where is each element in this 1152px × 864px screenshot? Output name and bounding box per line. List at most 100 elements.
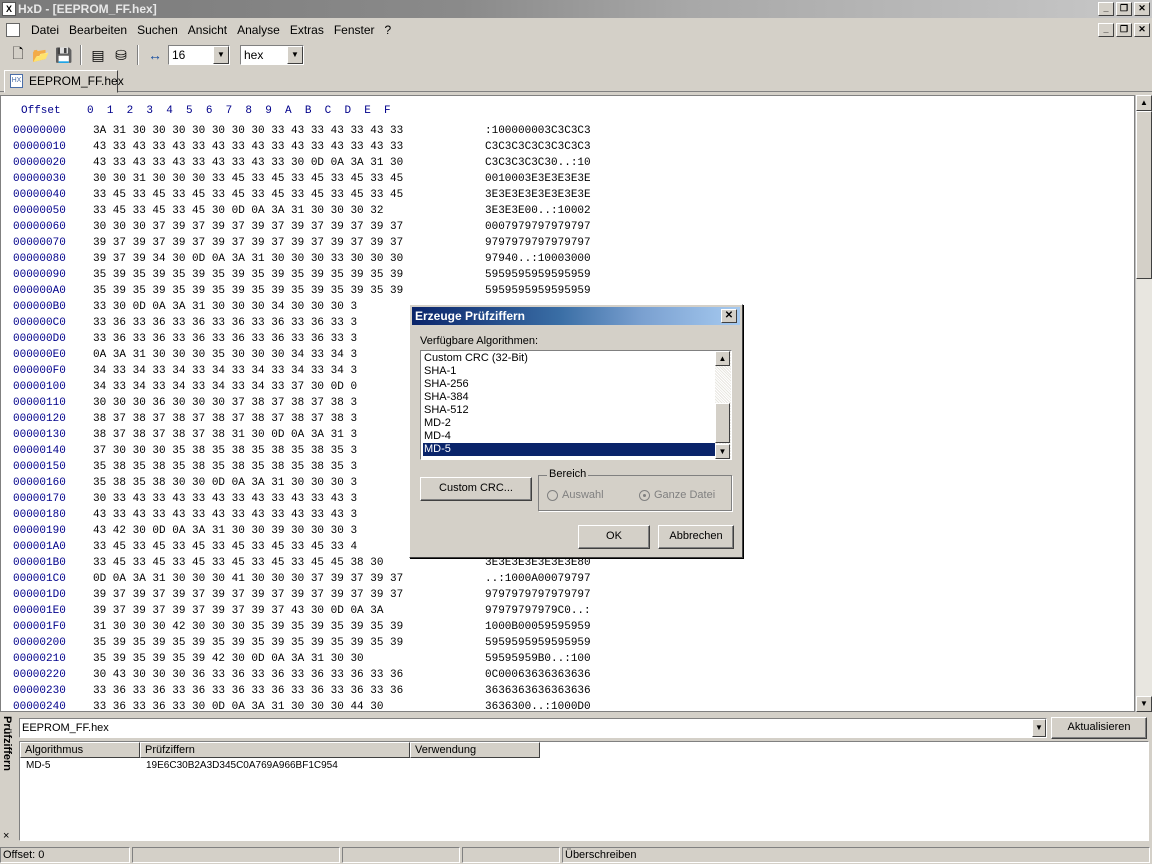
column-header-usage[interactable]: Verwendung [410, 742, 540, 758]
hex-row-bytes[interactable]: 3A 31 30 30 30 30 30 30 30 33 43 33 43 3… [93, 123, 485, 139]
cancel-button[interactable]: Abbrechen [658, 525, 734, 549]
algorithm-list-item[interactable]: SHA-256 [423, 378, 715, 391]
hex-row-text[interactable]: 3E3E3E3E3E3E3E80 [485, 557, 591, 569]
hex-row[interactable]: 00000210 35 39 35 39 35 39 42 30 0D 0A 3A… [13, 651, 591, 667]
hex-row[interactable]: 000001E0 39 37 39 37 39 37 39 37 39 37 43… [13, 603, 591, 619]
doc-close-button[interactable]: ✕ [1134, 23, 1150, 37]
hex-row-bytes[interactable]: 43 33 43 33 43 33 43 33 43 33 30 0D 0A 3… [93, 155, 485, 171]
hex-row-bytes[interactable]: 31 30 30 30 42 30 30 30 35 39 35 39 35 3… [93, 619, 485, 635]
hex-row-bytes[interactable]: 33 45 33 45 33 45 33 45 33 45 33 45 33 4… [93, 187, 485, 203]
ok-button[interactable]: OK [578, 525, 650, 549]
hex-row-text[interactable]: 0010003E3E3E3E3E [485, 173, 591, 185]
algorithm-list-scrollbar[interactable]: ▲ ▼ [715, 351, 731, 459]
algorithm-list-item[interactable]: SHA-384 [423, 391, 715, 404]
scroll-thumb[interactable] [715, 403, 730, 443]
minimize-button[interactable]: _ [1098, 2, 1114, 16]
hex-row[interactable]: 00000060 30 30 30 37 39 37 39 37 39 37 39… [13, 219, 591, 235]
hex-row-text[interactable]: 3E3E3E3E3E3E3E3E [485, 189, 591, 201]
hex-row[interactable]: 00000080 39 37 39 34 30 0D 0A 3A 31 30 30… [13, 251, 591, 267]
table-row-checksum[interactable]: 19E6C30B2A3D345C0A769A966BF1C954 [146, 760, 338, 772]
radio-selection[interactable]: Auswahl [547, 489, 604, 501]
hex-row[interactable]: 00000070 39 37 39 37 39 37 39 37 39 37 39… [13, 235, 591, 251]
hex-row-text[interactable]: C3C3C3C3C30..:10 [485, 157, 591, 169]
hex-row-text[interactable]: 97979797979C0..: [485, 605, 591, 617]
hex-row[interactable]: 00000230 33 36 33 36 33 36 33 36 33 36 33… [13, 683, 591, 699]
hex-row-text[interactable]: C3C3C3C3C3C3C3C3 [485, 141, 591, 153]
chevron-down-icon[interactable]: ▼ [213, 46, 229, 64]
bytes-per-row-select[interactable]: 16 ▼ [168, 45, 230, 65]
hex-row-bytes[interactable]: 35 39 35 39 35 39 35 39 35 39 35 39 35 3… [93, 635, 485, 651]
chevron-down-icon[interactable]: ▼ [287, 46, 303, 64]
menu-ansicht[interactable]: Ansicht [183, 20, 232, 40]
menu-analyse[interactable]: Analyse [232, 20, 285, 40]
hex-row-bytes[interactable]: 43 33 43 33 43 33 43 33 43 33 43 33 43 3… [93, 139, 485, 155]
hex-row-text[interactable]: 3636300..:1000D0 [485, 701, 591, 711]
algorithm-list-item[interactable]: Custom CRC (32-Bit) [423, 352, 715, 365]
hex-row-text[interactable]: :100000003C3C3C3 [485, 125, 591, 137]
hex-row-bytes[interactable]: 30 30 30 37 39 37 39 37 39 37 39 37 39 3… [93, 219, 485, 235]
hex-row-text[interactable]: 5959595959595959 [485, 269, 591, 281]
doc-minimize-button[interactable]: _ [1098, 23, 1114, 37]
menu-bearbeiten[interactable]: Bearbeiten [64, 20, 132, 40]
scroll-up-icon[interactable]: ▲ [1136, 95, 1152, 111]
chevron-down-icon[interactable]: ▼ [1032, 719, 1046, 737]
algorithm-list[interactable]: Custom CRC (32-Bit) SHA-1 SHA-256 SHA-384 SH… [420, 350, 732, 460]
hex-row-text[interactable]: 5959595959595959 [485, 637, 591, 649]
hex-vertical-scrollbar[interactable]: ▲ ▼ [1135, 95, 1152, 712]
hex-row[interactable]: 00000220 30 43 30 30 30 36 33 36 33 36 33… [13, 667, 591, 683]
hex-row[interactable]: 000000A0 35 39 35 39 35 39 35 39 35 39 35… [13, 283, 591, 299]
hex-row[interactable]: 00000010 43 33 43 33 43 33 43 33 43 33 43… [13, 139, 591, 155]
menu-extras[interactable]: Extras [285, 20, 329, 40]
tab-eeprom-ff[interactable]: HX EEPROM_FF.hex [4, 70, 124, 93]
menu-help[interactable]: ? [380, 20, 397, 40]
hex-row[interactable]: 00000050 33 45 33 45 33 45 30 0D 0A 3A 31… [13, 203, 591, 219]
column-header-checksum[interactable]: Prüfziffern [140, 742, 410, 758]
algorithm-list-item[interactable]: MD-4 [423, 430, 715, 443]
doc-restore-button[interactable]: ❐ [1116, 23, 1132, 37]
hex-row-bytes[interactable]: 35 39 35 39 35 39 35 39 35 39 35 39 35 3… [93, 283, 485, 299]
hex-row[interactable]: 000001D0 39 37 39 37 39 37 39 37 39 37 39… [13, 587, 591, 603]
hex-row-bytes[interactable]: 33 36 33 36 33 36 33 36 33 36 33 36 33 3… [93, 683, 485, 699]
hex-row-bytes[interactable]: 30 43 30 30 30 36 33 36 33 36 33 36 33 3… [93, 667, 485, 683]
table-row-algorithm[interactable]: MD-5 [26, 760, 50, 772]
algorithm-list-item[interactable]: MD-5 [423, 443, 715, 456]
hex-row-bytes[interactable]: 39 37 39 37 39 37 39 37 39 37 39 37 39 3… [93, 235, 485, 251]
hex-row-bytes[interactable]: 39 37 39 37 39 37 39 37 39 37 43 30 0D 0… [93, 603, 485, 619]
algorithm-list-item[interactable]: SHA-512 [423, 404, 715, 417]
hex-row-bytes[interactable]: 35 39 35 39 35 39 42 30 0D 0A 3A 31 30 3… [93, 651, 485, 667]
close-button[interactable]: ✕ [1134, 2, 1150, 16]
refresh-button[interactable]: Aktualisieren [1051, 717, 1147, 739]
open-folder-icon[interactable]: 📂 [31, 45, 51, 65]
ram-icon[interactable]: ▤ [88, 45, 108, 65]
column-header-algorithm[interactable]: Algorithmus [20, 742, 140, 758]
hex-row[interactable]: 00000040 33 45 33 45 33 45 33 45 33 45 33… [13, 187, 591, 203]
scroll-down-icon[interactable]: ▼ [715, 444, 730, 459]
scroll-up-icon[interactable]: ▲ [715, 351, 730, 366]
menu-fenster[interactable]: Fenster [329, 20, 380, 40]
hex-row-text[interactable]: 5959595959595959 [485, 285, 591, 297]
hex-row[interactable]: 00000020 43 33 43 33 43 33 43 33 43 33 30… [13, 155, 591, 171]
hex-row-text[interactable]: 59595959B0..:100 [485, 653, 591, 665]
hex-row-text[interactable]: 1000B00059595959 [485, 621, 591, 633]
hxd-app-icon[interactable]: X [2, 2, 16, 16]
radio-whole-file[interactable]: Ganze Datei [639, 489, 715, 501]
checksum-file-select[interactable]: EEPROM_FF.hex ▼ [19, 718, 1047, 738]
hex-row-text[interactable]: 3E3E3E00..:10002 [485, 205, 591, 217]
hex-row-text[interactable]: 0007979797979797 [485, 221, 591, 233]
disk-icon[interactable]: ⛁ [111, 45, 131, 65]
hex-row[interactable]: 00000030 30 30 31 30 30 30 33 45 33 45 33… [13, 171, 591, 187]
hex-row-text[interactable]: 0C00063636363636 [485, 669, 591, 681]
hex-row-text[interactable]: 9797979797979797 [485, 589, 591, 601]
hex-row[interactable]: 000001C0 0D 0A 3A 31 30 30 30 41 30 30 30… [13, 571, 591, 587]
hex-row[interactable]: 00000090 35 39 35 39 35 39 35 39 35 39 35… [13, 267, 591, 283]
scroll-down-icon[interactable]: ▼ [1136, 696, 1152, 712]
hex-row-bytes[interactable]: 33 45 33 45 33 45 30 0D 0A 3A 31 30 30 3… [93, 203, 485, 219]
hex-row-text[interactable]: ..:1000A00079797 [485, 573, 591, 585]
new-file-icon[interactable]: 🗋 [8, 45, 28, 65]
hex-row[interactable]: 00000000 3A 31 30 30 30 30 30 30 30 33 43… [13, 123, 591, 139]
document-icon[interactable] [6, 23, 20, 37]
hex-row-bytes[interactable]: 39 37 39 37 39 37 39 37 39 37 39 37 39 3… [93, 587, 485, 603]
hex-row-text[interactable]: 3636363636363636 [485, 685, 591, 697]
dialog-close-icon[interactable]: ✕ [721, 309, 737, 323]
hex-row-bytes[interactable]: 39 37 39 34 30 0D 0A 3A 31 30 30 30 33 3… [93, 251, 485, 267]
